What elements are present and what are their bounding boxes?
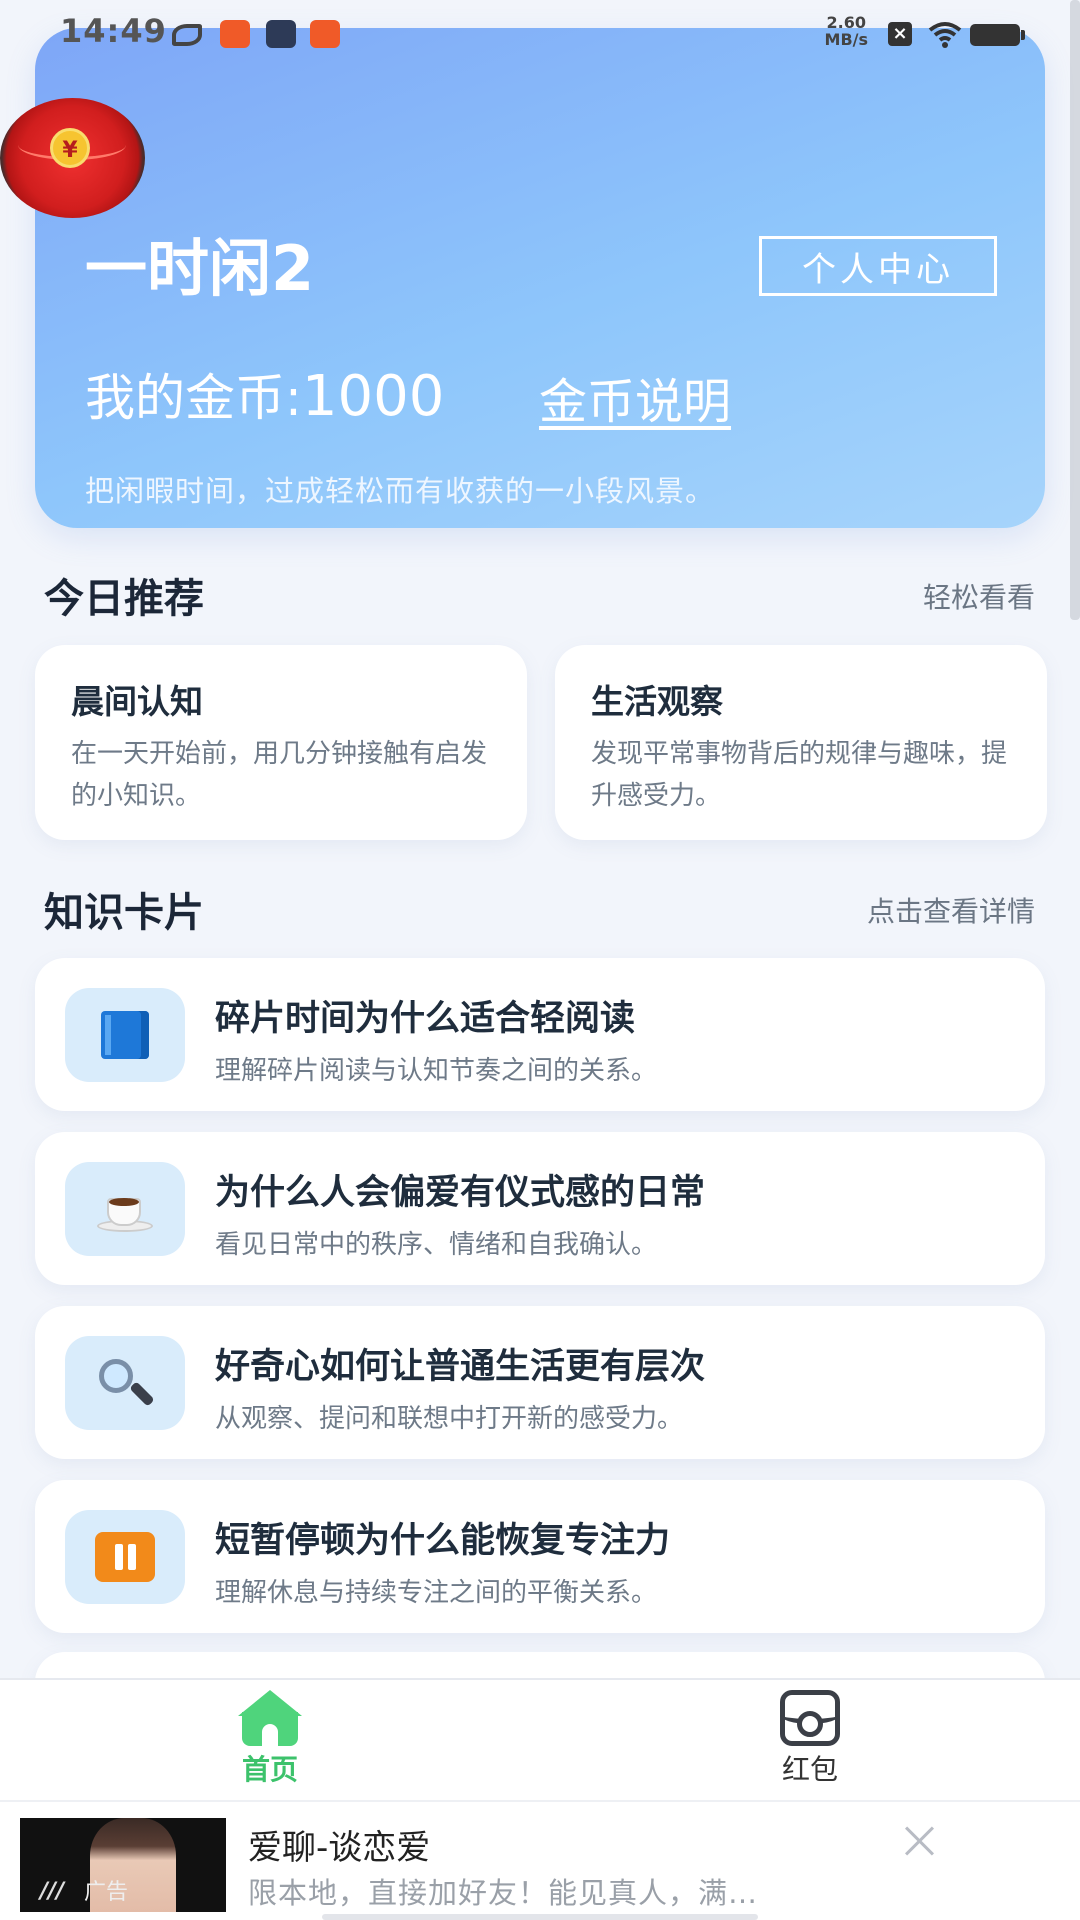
ad-image[interactable]: /// 广告 — [20, 1818, 226, 1912]
pause-icon — [95, 1532, 155, 1582]
ad-badge: 广告 — [84, 1880, 129, 1905]
coins-value: 1000 — [301, 364, 445, 429]
section-title-recommend: 今日推荐 — [44, 576, 204, 622]
wifi-icon — [928, 22, 962, 48]
red-packet-icon — [780, 1690, 840, 1746]
knowledge-card[interactable]: 碎片时间为什么适合轻阅读 理解碎片阅读与认知节奏之间的关系。 — [35, 958, 1045, 1111]
knowledge-card-desc: 理解休息与持续专注之间的平衡关系。 — [215, 1578, 658, 1608]
knowledge-card-title: 好奇心如何让普通生活更有层次 — [215, 1347, 706, 1387]
nav-red-packet-label: 红包 — [781, 1753, 838, 1786]
ad-description[interactable]: 限本地，直接加好友！能见真人，满… — [248, 1870, 758, 1912]
knowledge-card-icon-box — [65, 1510, 185, 1604]
network-speed-value: 2.60 — [826, 13, 866, 32]
knowledge-card-title: 短暂停顿为什么能恢复专注力 — [215, 1521, 671, 1561]
notification-app-icon — [220, 20, 250, 48]
floating-red-packet[interactable]: ¥ — [0, 98, 145, 218]
status-time: 14:49 — [60, 12, 167, 50]
ad-title[interactable]: 爱聊-谈恋爱 — [248, 1820, 430, 1869]
recommend-card-title: 晨间认知 — [71, 682, 203, 721]
close-icon[interactable] — [900, 1822, 940, 1862]
knowledge-card[interactable]: 短暂停顿为什么能恢复专注力 理解休息与持续专注之间的平衡关系。 — [35, 1480, 1045, 1633]
recommend-more-link[interactable]: 轻松看看 — [923, 576, 1035, 616]
sim-x-icon: × — [888, 22, 912, 46]
book-icon — [101, 1011, 149, 1059]
coffee-icon — [95, 1184, 155, 1234]
yuan-coin-icon: ¥ — [50, 128, 90, 168]
status-bar: 14:49 2.60 MB/s × — [0, 0, 1080, 66]
app-title: 一时闲2 — [85, 232, 315, 305]
gesture-handle — [322, 1914, 758, 1920]
knowledge-more-link[interactable]: 点击查看详情 — [867, 890, 1035, 930]
network-speed: 2.60 MB/s — [825, 14, 868, 48]
home-icon — [238, 1690, 302, 1746]
recommend-card[interactable]: 生活观察 发现平常事物背后的规律与趣味，提升感受力。 — [555, 645, 1047, 840]
knowledge-card-icon-box — [65, 1336, 185, 1430]
battery-icon — [970, 24, 1025, 46]
page: 14:49 2.60 MB/s × 一时闲2 个人中心 我的金币:1000 金币… — [0, 0, 1080, 1920]
nav-red-packet[interactable]: 红包 — [740, 1690, 880, 1788]
network-speed-unit: MB/s — [824, 30, 868, 49]
scrollbar[interactable] — [1070, 0, 1080, 620]
ad-banner[interactable]: /// 广告 爱聊-谈恋爱 限本地，直接加好友！能见真人，满… — [0, 1800, 1080, 1920]
notification-mail-icon — [266, 20, 296, 48]
nav-home-label: 首页 — [241, 1753, 298, 1786]
knowledge-card-icon-box — [65, 1162, 185, 1256]
leaf-icon — [172, 24, 202, 46]
knowledge-card-desc: 从观察、提问和联想中打开新的感受力。 — [215, 1404, 684, 1434]
magnifier-icon — [95, 1355, 155, 1411]
profile-center-button[interactable]: 个人中心 — [759, 236, 997, 296]
knowledge-card[interactable]: 为什么人会偏爱有仪式感的日常 看见日常中的秩序、情绪和自我确认。 — [35, 1132, 1045, 1285]
knowledge-card-title: 碎片时间为什么适合轻阅读 — [215, 999, 636, 1039]
recommend-card-desc: 发现平常事物背后的规律与趣味，提升感受力。 — [591, 739, 1008, 811]
recommend-card[interactable]: 晨间认知 在一天开始前，用几分钟接触有启发的小知识。 — [35, 645, 527, 840]
coins-balance: 我的金币:1000 — [85, 358, 444, 430]
knowledge-card[interactable]: 好奇心如何让普通生活更有层次 从观察、提问和联想中打开新的感受力。 — [35, 1306, 1045, 1459]
nav-home[interactable]: 首页 — [200, 1690, 340, 1788]
tagline: 把闲暇时间，过成轻松而有收获的一小段风景。 — [85, 474, 716, 508]
knowledge-card-desc: 理解碎片阅读与认知节奏之间的关系。 — [215, 1056, 658, 1086]
knowledge-card-title: 为什么人会偏爱有仪式感的日常 — [215, 1173, 706, 1213]
bottom-nav: 首页 红包 — [0, 1678, 1080, 1800]
ad-logo-icon: /// — [40, 1879, 65, 1904]
recommend-card-title: 生活观察 — [591, 682, 723, 721]
recommend-card-desc: 在一天开始前，用几分钟接触有启发的小知识。 — [71, 739, 488, 811]
coins-explain-link[interactable]: 金币说明 — [539, 362, 731, 432]
notification-app-icon — [310, 20, 340, 48]
coins-label: 我的金币: — [85, 369, 302, 427]
section-title-knowledge: 知识卡片 — [44, 890, 204, 936]
knowledge-card-desc: 看见日常中的秩序、情绪和自我确认。 — [215, 1230, 658, 1260]
knowledge-card-icon-box — [65, 988, 185, 1082]
header-card: 一时闲2 个人中心 我的金币:1000 金币说明 把闲暇时间，过成轻松而有收获的… — [35, 28, 1045, 528]
